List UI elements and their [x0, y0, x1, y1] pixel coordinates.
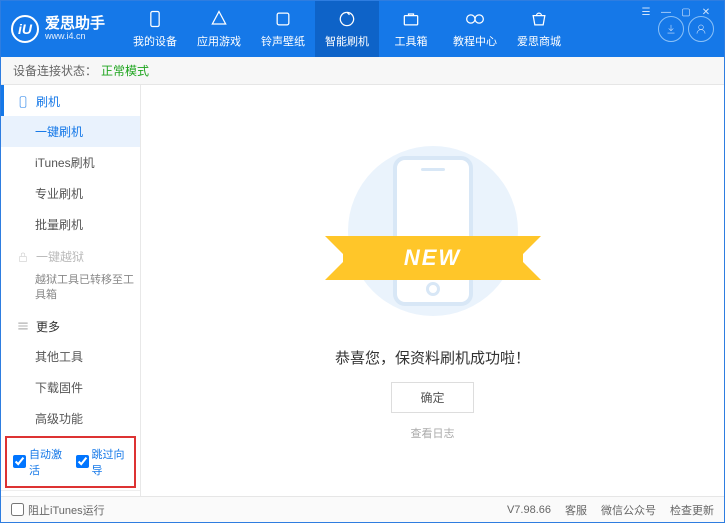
phone-icon — [16, 95, 30, 109]
success-message: 恭喜您，保资料刷机成功啦！ — [335, 347, 530, 368]
checkbox-input[interactable] — [76, 455, 89, 468]
nav-ringtones[interactable]: 铃声壁纸 — [251, 1, 315, 57]
sidebar-item-label: 下载固件 — [35, 381, 83, 395]
tutorial-icon — [465, 9, 485, 29]
app-url: www.i4.cn — [45, 32, 105, 42]
main-content: NEW 恭喜您，保资料刷机成功啦！ 确定 查看日志 — [141, 85, 724, 496]
ringtone-icon — [273, 9, 293, 29]
nav-apps[interactable]: 应用游戏 — [187, 1, 251, 57]
sidebar-item-label: iTunes刷机 — [35, 156, 95, 170]
sidebar-group-label: 一键越狱 — [36, 248, 84, 265]
checkbox-label: 自动激活 — [29, 446, 66, 478]
titlebar: iU 爱思助手 www.i4.cn 我的设备 应用游戏 铃声壁纸 智能刷机 — [1, 1, 724, 57]
success-illustration: NEW — [333, 141, 533, 321]
new-ribbon: NEW — [343, 236, 523, 280]
sidebar-checkbox-row: 自动激活 跳过向导 — [5, 436, 136, 488]
logo-icon: iU — [11, 15, 39, 43]
nav-flash[interactable]: 智能刷机 — [315, 1, 379, 57]
lock-icon — [16, 250, 30, 264]
maximize-btn[interactable]: ▢ — [677, 4, 695, 20]
store-icon — [529, 9, 549, 29]
stop-itunes-checkbox[interactable]: 阻止iTunes运行 — [11, 502, 105, 518]
status-value: 正常模式 — [101, 62, 149, 79]
sidebar-item-label: 一键刷机 — [35, 125, 83, 139]
window-controls: ☰ — ▢ ✕ — [637, 4, 715, 20]
sidebar-item-other[interactable]: 其他工具 — [1, 341, 140, 372]
sidebar-item-oneclick[interactable]: 一键刷机 — [1, 116, 140, 147]
nav-label: 工具箱 — [395, 33, 428, 49]
app-title: 爱思助手 — [45, 16, 105, 33]
checkbox-label: 阻止iTunes运行 — [28, 502, 105, 518]
body: 刷机 一键刷机 iTunes刷机 专业刷机 批量刷机 一键越狱 越狱工具已转移至… — [1, 85, 724, 496]
nav-label: 我的设备 — [133, 33, 177, 49]
sidebar: 刷机 一键刷机 iTunes刷机 专业刷机 批量刷机 一键越狱 越狱工具已转移至… — [1, 85, 141, 496]
ok-button[interactable]: 确定 — [391, 382, 473, 413]
nav-label: 教程中心 — [453, 33, 497, 49]
checkbox-skip-guide[interactable]: 跳过向导 — [76, 446, 129, 478]
nav-label: 智能刷机 — [325, 33, 369, 49]
status-bar: 设备连接状态： 正常模式 — [1, 57, 724, 85]
checkbox-input[interactable] — [11, 503, 24, 516]
footer-right: V7.98.66 客服 微信公众号 检查更新 — [507, 502, 714, 518]
checkbox-input[interactable] — [13, 455, 26, 468]
sidebar-item-label: 高级功能 — [35, 412, 83, 426]
nav-label: 爱思商城 — [517, 33, 561, 49]
nav-tutorials[interactable]: 教程中心 — [443, 1, 507, 57]
device-icon — [145, 9, 165, 29]
sidebar-item-label: 专业刷机 — [35, 187, 83, 201]
toolbox-icon — [401, 9, 421, 29]
more-icon — [16, 319, 30, 333]
nav-my-device[interactable]: 我的设备 — [123, 1, 187, 57]
sidebar-group-flash[interactable]: 刷机 — [1, 85, 140, 116]
checkbox-label: 跳过向导 — [92, 446, 129, 478]
minimize-btn[interactable]: — — [657, 4, 675, 20]
view-log-link[interactable]: 查看日志 — [411, 425, 455, 441]
sidebar-item-itunes[interactable]: iTunes刷机 — [1, 147, 140, 178]
phone-graphic — [393, 156, 473, 306]
flash-icon — [337, 9, 357, 29]
sidebar-group-label: 刷机 — [36, 93, 60, 110]
version-text: V7.98.66 — [507, 504, 551, 516]
sidebar-group-jailbreak: 一键越狱 — [1, 240, 140, 271]
apps-icon — [209, 9, 229, 29]
nav-tools[interactable]: 工具箱 — [379, 1, 443, 57]
wechat-link[interactable]: 微信公众号 — [601, 502, 656, 518]
sidebar-item-pro[interactable]: 专业刷机 — [1, 178, 140, 209]
service-link[interactable]: 客服 — [565, 502, 587, 518]
nav-label: 应用游戏 — [197, 33, 241, 49]
sidebar-item-advanced[interactable]: 高级功能 — [1, 403, 140, 434]
main-nav: 我的设备 应用游戏 铃声壁纸 智能刷机 工具箱 教程中心 — [123, 1, 658, 57]
sidebar-item-download-fw[interactable]: 下载固件 — [1, 372, 140, 403]
menu-btn[interactable]: ☰ — [637, 4, 655, 20]
sidebar-item-batch[interactable]: 批量刷机 — [1, 209, 140, 240]
status-label: 设备连接状态： — [13, 62, 97, 79]
checkbox-auto-activate[interactable]: 自动激活 — [13, 446, 66, 478]
footer: 阻止iTunes运行 V7.98.66 客服 微信公众号 检查更新 — [1, 496, 724, 522]
close-btn[interactable]: ✕ — [697, 4, 715, 20]
nav-store[interactable]: 爱思商城 — [507, 1, 571, 57]
sidebar-item-label: 其他工具 — [35, 350, 83, 364]
jailbreak-note: 越狱工具已转移至工具箱 — [1, 271, 140, 310]
sidebar-group-label: 更多 — [36, 318, 60, 335]
update-link[interactable]: 检查更新 — [670, 502, 714, 518]
nav-label: 铃声壁纸 — [261, 33, 305, 49]
app-window: ☰ — ▢ ✕ iU 爱思助手 www.i4.cn 我的设备 应用游戏 铃声壁纸 — [0, 0, 725, 523]
sidebar-item-label: 批量刷机 — [35, 218, 83, 232]
logo: iU 爱思助手 www.i4.cn — [11, 15, 105, 43]
sidebar-group-more[interactable]: 更多 — [1, 310, 140, 341]
